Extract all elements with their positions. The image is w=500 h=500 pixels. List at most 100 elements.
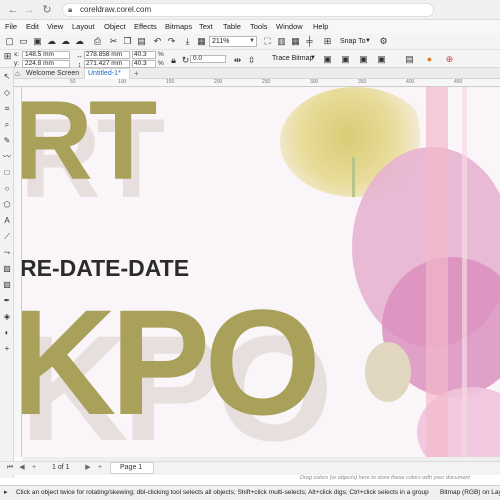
trace-bitmap-button[interactable]: Trace Bitmap <box>272 54 313 63</box>
cloud-upload-icon[interactable]: ☁ <box>46 36 57 47</box>
previous-page-icon[interactable]: ◀ <box>18 463 26 473</box>
horizontal-ruler[interactable] <box>14 79 500 87</box>
menu-layout[interactable]: Layout <box>72 21 95 33</box>
chevron-down-icon[interactable]: ▼ <box>249 37 255 46</box>
height-value[interactable]: 271.427 mm <box>86 60 122 68</box>
add-page-icon[interactable]: + <box>30 463 38 473</box>
url-text[interactable]: coreldraw.corel.com <box>80 4 151 16</box>
cloud-share-icon[interactable]: ☁ <box>74 36 85 47</box>
freehand-tool-icon[interactable]: ✎ <box>2 136 12 146</box>
page-tab-label[interactable]: Page 1 <box>120 463 142 473</box>
artistic-media-icon[interactable]: 〰 <box>2 152 12 162</box>
add-page-icon[interactable]: + <box>96 463 104 473</box>
rulers-icon[interactable]: ▥ <box>276 36 287 47</box>
interactive-fill-icon[interactable]: ◈ <box>2 312 12 322</box>
menu-text[interactable]: Text <box>199 21 213 33</box>
pick-tool-icon[interactable]: ↖ <box>2 72 12 82</box>
menu-edit[interactable]: Edit <box>26 21 39 33</box>
menu-file[interactable]: File <box>5 21 17 33</box>
page-navigator <box>0 461 500 475</box>
origin-icon: ⊞ <box>3 51 12 61</box>
parallel-dimension-icon[interactable]: ⟋ <box>2 232 12 242</box>
home-icon[interactable]: ⌂ <box>15 69 24 78</box>
quick-customize-icon[interactable]: ⊕ <box>444 54 455 65</box>
polygon-tool-icon[interactable]: ⬠ <box>2 200 12 210</box>
headline-bottom-text[interactable]: KPO <box>22 287 321 437</box>
reload-icon[interactable]: ↻ <box>40 3 54 17</box>
next-page-icon[interactable]: ▶ <box>84 463 92 473</box>
first-page-icon[interactable]: ⏮ <box>6 463 14 473</box>
open-folder-icon[interactable]: ▭ <box>18 36 29 47</box>
crop-bitmap-icon[interactable]: ▣ <box>340 54 351 65</box>
scale-height-value[interactable]: 40.3 <box>134 60 147 68</box>
mirror-horizontal-icon[interactable]: ⇹ <box>232 55 243 66</box>
transparency-tool-icon[interactable]: ▧ <box>2 280 12 290</box>
copy-icon[interactable]: ❐ <box>122 36 133 47</box>
rectangle-tool-icon[interactable]: □ <box>2 168 12 178</box>
zoom-tool-icon[interactable]: ⌕ <box>2 120 12 130</box>
undo-icon[interactable]: ↶ <box>152 36 163 47</box>
export-pdf-icon[interactable]: ▦ <box>196 36 207 47</box>
settings-gear-icon[interactable]: ⚙ <box>378 36 389 47</box>
chevron-down-icon[interactable]: ▼ <box>310 54 316 63</box>
drawing-canvas[interactable]: RT RT RE-DATE-DATE KPO KPO <box>22 87 500 457</box>
vertical-ruler[interactable] <box>14 87 22 457</box>
crop-tool-icon[interactable]: ⌗ <box>2 104 12 114</box>
redo-icon[interactable]: ↷ <box>166 36 177 47</box>
grid-icon[interactable]: ▦ <box>290 36 301 47</box>
tab-welcome-screen[interactable]: Welcome Screen <box>26 69 82 79</box>
effects-icon[interactable]: ● <box>424 54 435 65</box>
menu-tools[interactable]: Tools <box>250 21 268 33</box>
mirror-vertical-icon[interactable]: ⇳ <box>246 55 257 66</box>
smart-fill-icon[interactable]: ◐ <box>2 328 12 338</box>
zoom-value[interactable]: 211% <box>212 37 229 46</box>
menu-view[interactable]: View <box>47 21 63 33</box>
back-arrow-icon[interactable]: ← <box>6 3 20 17</box>
menu-bitmaps[interactable]: Bitmaps <box>165 21 192 33</box>
guidelines-icon[interactable]: ╪ <box>304 36 315 47</box>
shape-tool-icon[interactable]: ◇ <box>2 88 12 98</box>
add-tab-button[interactable]: + <box>134 68 139 79</box>
ruler-label: 300 <box>310 79 319 85</box>
edit-bitmap-icon[interactable]: ▣ <box>322 54 333 65</box>
pink-stripe-shape[interactable] <box>462 87 467 457</box>
rotation-value[interactable]: 0.0 <box>193 55 202 63</box>
paste-icon[interactable]: ▤ <box>136 36 147 47</box>
date-text[interactable]: RE-DATE-DATE <box>22 257 189 280</box>
print-icon[interactable]: ⎙ <box>92 36 103 47</box>
full-screen-icon[interactable]: ⛶ <box>262 36 273 47</box>
snap-icon[interactable]: ⊞ <box>322 36 333 47</box>
bitmap-color-mask-icon[interactable]: ▣ <box>376 54 387 65</box>
menu-object[interactable]: Object <box>104 21 126 33</box>
y-position-value[interactable]: 224.8 mm <box>25 60 54 68</box>
chevron-down-icon[interactable]: ▼ <box>365 37 371 46</box>
cut-icon[interactable]: ✂ <box>108 36 119 47</box>
tab-untitled-label[interactable]: Untitled-1* <box>88 69 121 79</box>
text-tool-icon[interactable]: A <box>2 216 12 226</box>
x-position-value[interactable]: 148.5 mm <box>25 51 54 59</box>
menu-window[interactable]: Window <box>276 21 303 33</box>
ruler-label: 350 <box>358 79 367 85</box>
menu-effects[interactable]: Effects <box>134 21 157 33</box>
lock-ratio-icon[interactable]: 🔒︎ <box>168 55 179 66</box>
forward-arrow-icon[interactable]: → <box>22 3 36 17</box>
drop-shadow-tool-icon[interactable]: ▨ <box>2 264 12 274</box>
cloud-download-icon[interactable]: ☁ <box>60 36 71 47</box>
flower-stem-image <box>352 157 355 197</box>
eyedropper-tool-icon[interactable]: ✒ <box>2 296 12 306</box>
wrap-text-icon[interactable]: ▤ <box>404 54 415 65</box>
connector-tool-icon[interactable]: ⤳ <box>2 248 12 258</box>
menu-table[interactable]: Table <box>223 21 241 33</box>
save-icon[interactable]: ▣ <box>32 36 43 47</box>
import-icon[interactable]: ⤓ <box>182 36 193 47</box>
snap-to-button[interactable]: Snap To <box>340 37 366 46</box>
new-document-icon[interactable]: ▢ <box>4 36 15 47</box>
width-value[interactable]: 278.858 mm <box>86 51 122 59</box>
menu-help[interactable]: Help <box>313 21 328 33</box>
resample-icon[interactable]: ▣ <box>358 54 369 65</box>
ellipse-tool-icon[interactable]: ○ <box>2 184 12 194</box>
headline-top-text[interactable]: RT <box>22 87 157 197</box>
add-tool-icon[interactable]: + <box>2 344 12 354</box>
pink-stripe-shape[interactable] <box>426 87 448 457</box>
scale-width-value[interactable]: 40.3 <box>134 51 147 59</box>
